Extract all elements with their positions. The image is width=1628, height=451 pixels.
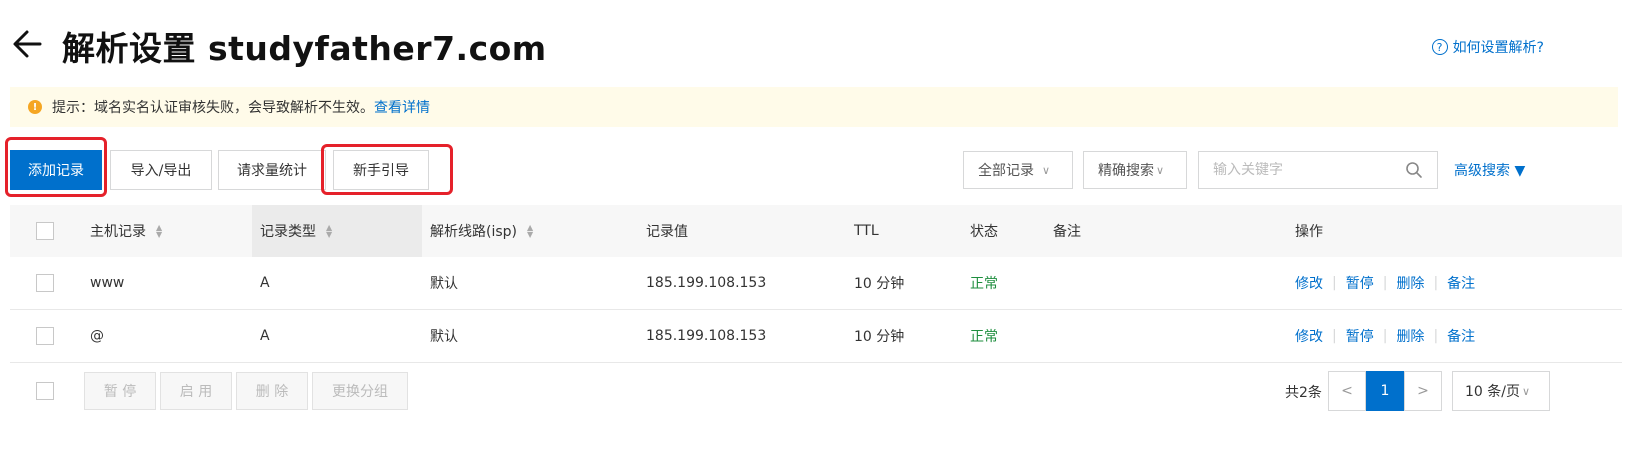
select-all-checkbox[interactable] — [36, 222, 54, 240]
chevron-down-icon: ∨ — [1156, 163, 1165, 177]
page-size-value: 10 条/页 — [1465, 384, 1520, 400]
cell-ttl: 10 分钟 — [854, 329, 905, 345]
cell-status: 正常 — [970, 329, 998, 345]
back-arrow-icon[interactable] — [10, 26, 46, 62]
column-value: 记录值 — [646, 224, 688, 240]
edit-link[interactable]: 修改 — [1295, 273, 1323, 293]
footer-select-all-checkbox[interactable] — [36, 382, 54, 400]
search-input[interactable] — [1213, 162, 1403, 178]
cell-value: 185.199.108.153 — [646, 275, 767, 291]
note-link[interactable]: 备注 — [1447, 273, 1475, 293]
record-filter-value: 全部记录 — [978, 163, 1034, 179]
records-table: 主机记录 ▲ ▼ 记录类型 ▲ ▼ 解析线路(isp) ▲ ▼ 记录值 TTL 状态 … — [10, 205, 1622, 363]
search-mode-select[interactable]: 精确搜索 ∨ — [1083, 151, 1187, 189]
column-status: 状态 — [970, 224, 998, 240]
notice-text: 提示：域名实名认证审核失败，会导致解析不生效。 — [52, 100, 374, 116]
delete-link[interactable]: 删除 — [1396, 273, 1424, 293]
page-header: 解析设置 studyfather7.com ? 如何设置解析? — [0, 0, 1628, 90]
pause-link[interactable]: 暂停 — [1346, 326, 1374, 346]
column-host-label: 主机记录 — [90, 224, 146, 240]
row-checkbox[interactable] — [36, 274, 54, 292]
add-record-button[interactable]: 添加记录 — [10, 150, 102, 190]
sort-icon[interactable]: ▲ ▼ — [527, 224, 533, 239]
help-link[interactable]: ? 如何设置解析? — [1431, 37, 1544, 57]
question-circle-icon: ? — [1431, 39, 1448, 55]
cell-line: 默认 — [430, 276, 458, 292]
search-box — [1198, 151, 1438, 189]
bulk-enable-button[interactable]: 启 用 — [160, 372, 232, 410]
change-group-button[interactable]: 更换分组 — [312, 372, 408, 410]
cell-host: www — [90, 275, 125, 291]
row-actions: 修改 | 暂停 | 删除 | 备注 — [1295, 273, 1476, 293]
row-actions: 修改 | 暂停 | 删除 | 备注 — [1295, 326, 1476, 346]
pause-link[interactable]: 暂停 — [1346, 273, 1374, 293]
next-page-button[interactable]: > — [1404, 371, 1442, 411]
request-stats-button[interactable]: 请求量统计 — [218, 150, 326, 190]
sort-icon[interactable]: ▲ ▼ — [156, 224, 162, 239]
column-note: 备注 — [1053, 224, 1081, 240]
cell-status: 正常 — [970, 276, 998, 292]
beginner-guide-button[interactable]: 新手引导 — [333, 150, 429, 190]
cell-line: 默认 — [430, 329, 458, 345]
edit-link[interactable]: 修改 — [1295, 326, 1323, 346]
page-1-button[interactable]: 1 — [1366, 371, 1404, 411]
advanced-search-link[interactable]: 高级搜索 ▼ — [1454, 160, 1525, 180]
help-link-label: 如何设置解析? — [1452, 40, 1544, 56]
search-mode-value: 精确搜索 — [1098, 163, 1154, 179]
cell-type: A — [260, 328, 270, 344]
cell-value: 185.199.108.153 — [646, 328, 767, 344]
prev-page-button[interactable]: < — [1328, 371, 1366, 411]
table-row: @ A 默认 185.199.108.153 10 分钟 正常 修改 | 暂停 | … — [10, 310, 1622, 363]
total-count: 共2条 — [1285, 385, 1322, 401]
column-line-label: 解析线路(isp) — [430, 224, 517, 240]
chevron-down-icon: ∨ — [1521, 384, 1531, 398]
column-ttl: TTL — [854, 223, 879, 239]
bulk-delete-button[interactable]: 删 除 — [236, 372, 308, 410]
note-link[interactable]: 备注 — [1447, 326, 1475, 346]
import-export-button[interactable]: 导入/导出 — [110, 150, 212, 190]
column-line[interactable]: 解析线路(isp) ▲ ▼ — [430, 205, 533, 257]
delete-link[interactable]: 删除 — [1396, 326, 1424, 346]
row-checkbox[interactable] — [36, 327, 54, 345]
page-title: 解析设置 studyfather7.com — [62, 29, 547, 68]
page-size-select[interactable]: 10 条/页 ∨ — [1452, 371, 1550, 411]
table-header: 主机记录 ▲ ▼ 记录类型 ▲ ▼ 解析线路(isp) ▲ ▼ 记录值 TTL 状态 … — [10, 205, 1622, 257]
sort-icon[interactable]: ▲ ▼ — [326, 224, 332, 239]
view-details-link[interactable]: 查看详情 — [374, 97, 430, 117]
column-host[interactable]: 主机记录 ▲ ▼ — [90, 205, 162, 257]
cell-host: @ — [90, 328, 104, 344]
column-type-label: 记录类型 — [260, 224, 316, 240]
search-icon[interactable] — [1405, 161, 1423, 179]
cell-type: A — [260, 275, 270, 291]
table-row: www A 默认 185.199.108.153 10 分钟 正常 修改 | 暂停… — [10, 257, 1622, 310]
cell-ttl: 10 分钟 — [854, 276, 905, 292]
warning-icon: ! — [28, 100, 42, 114]
column-actions: 操作 — [1295, 224, 1323, 240]
bulk-pause-button[interactable]: 暂 停 — [84, 372, 156, 410]
notice-banner: ! 提示：域名实名认证审核失败，会导致解析不生效。 查看详情 — [10, 87, 1618, 127]
table-footer: 暂 停 启 用 删 除 更换分组 共2条 < 1 > 10 条/页 ∨ — [0, 371, 1628, 413]
record-filter-select[interactable]: 全部记录 ∨ — [963, 151, 1073, 189]
chevron-down-icon: ∨ — [1042, 163, 1051, 177]
column-type[interactable]: 记录类型 ▲ ▼ — [260, 205, 332, 257]
